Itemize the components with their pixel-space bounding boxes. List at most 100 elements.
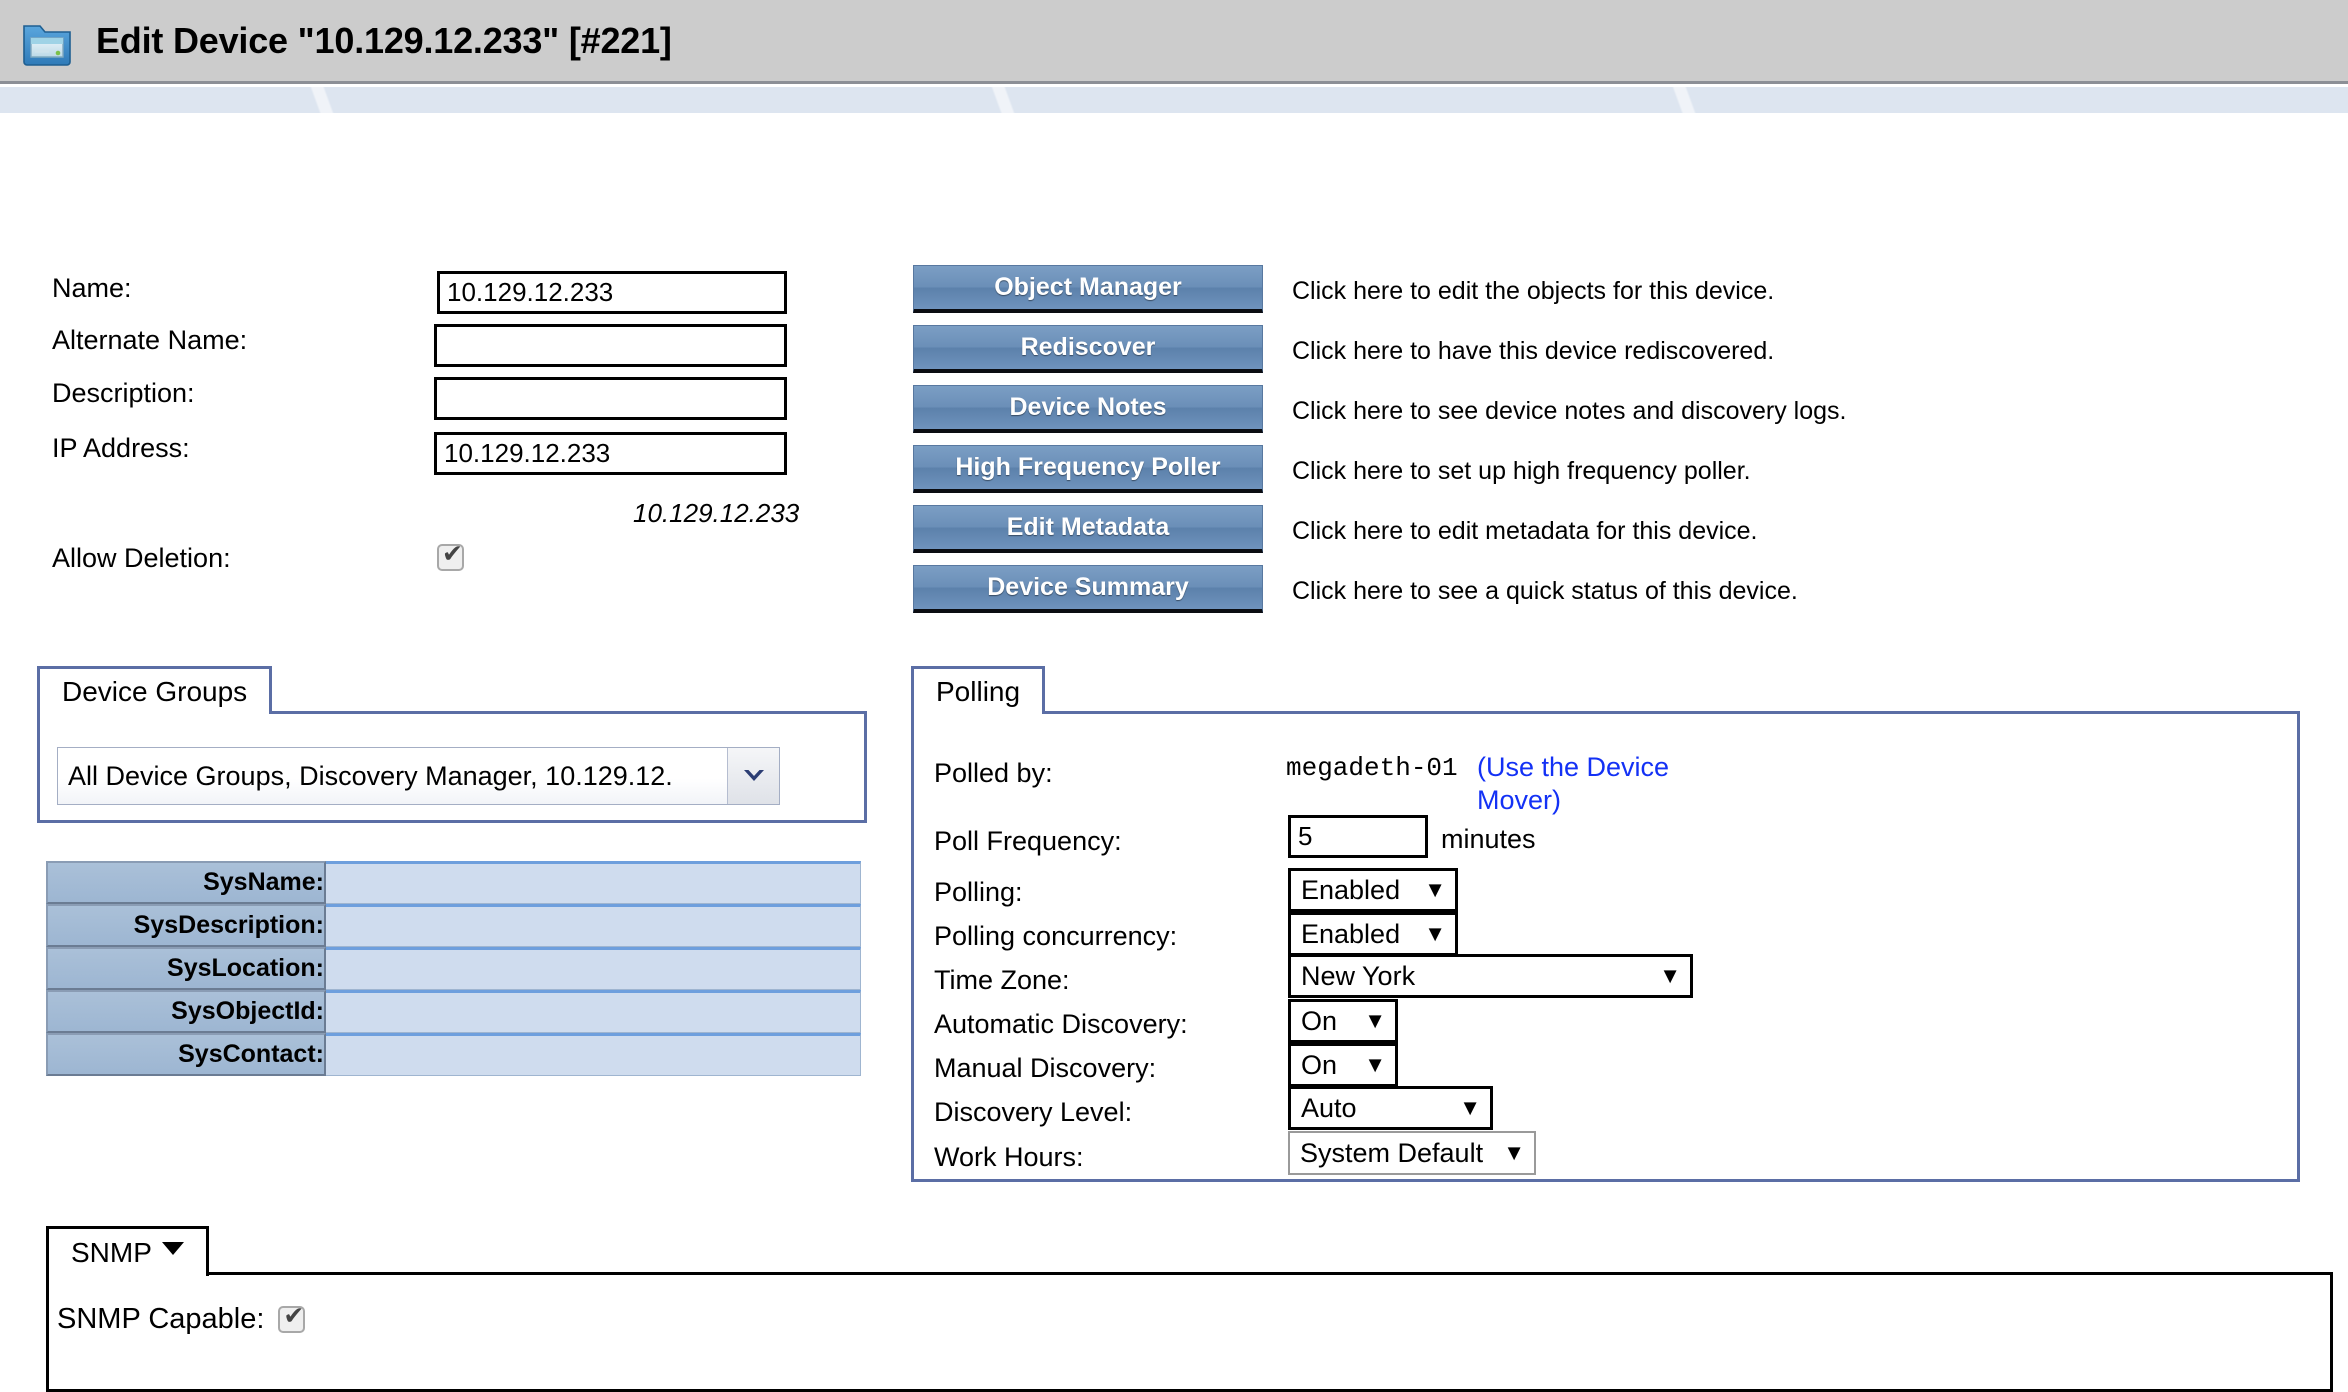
polling-label: Polling:	[934, 877, 1023, 907]
ip-address-input[interactable]: 10.129.12.233	[434, 432, 787, 475]
time-zone-label: Time Zone:	[934, 965, 1070, 995]
polled-by-label: Polled by:	[934, 758, 1053, 788]
chevron-down-icon: ▼	[1424, 877, 1446, 902]
tab-snmp[interactable]: SNMP	[46, 1226, 209, 1276]
page-body: Name: 10.129.12.233 Alternate Name: Desc…	[0, 113, 2348, 1392]
allow-deletion-label: Allow Deletion:	[52, 543, 231, 573]
time-zone-select-value: New York	[1301, 960, 1416, 991]
chevron-down-icon: ▼	[1364, 1052, 1386, 1077]
chevron-down-icon[interactable]	[161, 1242, 184, 1255]
chevron-down-icon: ▼	[1659, 963, 1681, 988]
table-row: SysObjectId:	[46, 990, 861, 1033]
page-title: Edit Device "10.129.12.233" [#221]	[96, 19, 672, 61]
chevron-down-icon: ▼	[1503, 1140, 1525, 1165]
device-summary-help: Click here to see a quick status of this…	[1292, 577, 1798, 605]
discovery-level-select[interactable]: Auto ▼	[1288, 1086, 1493, 1130]
poll-frequency-unit: minutes	[1441, 824, 1536, 854]
syslocation-key: SysLocation:	[46, 947, 326, 990]
rediscover-label: Rediscover	[1020, 333, 1156, 361]
syscontact-value	[326, 1033, 861, 1076]
alternate-name-label: Alternate Name:	[52, 325, 248, 355]
polling-concurrency-select-value: Enabled	[1301, 918, 1401, 949]
polling-select[interactable]: Enabled ▼	[1288, 868, 1458, 912]
high-frequency-poller-label: High Frequency Poller	[955, 453, 1221, 481]
sysname-value	[326, 861, 861, 904]
manual-discovery-label: Manual Discovery:	[934, 1053, 1157, 1083]
tab-snmp-label: SNMP	[71, 1236, 152, 1268]
snmp-capable-checkbox[interactable]	[278, 1303, 306, 1333]
table-row: SysDescription:	[46, 904, 861, 947]
device-notes-button[interactable]: Device Notes	[913, 385, 1263, 433]
allow-deletion-checkbox[interactable]	[437, 541, 464, 571]
ip-address-label: IP Address:	[52, 433, 190, 463]
high-frequency-poller-help: Click here to set up high frequency poll…	[1292, 457, 1751, 485]
table-row: SysContact:	[46, 1033, 861, 1076]
manual-discovery-select-value: On	[1301, 1049, 1338, 1080]
poll-frequency-label: Poll Frequency:	[934, 826, 1122, 856]
tab-device-groups[interactable]: Device Groups	[37, 666, 273, 714]
syscontact-key: SysContact:	[46, 1033, 326, 1076]
form-row-alternate-name: Alternate Name:	[52, 325, 247, 356]
automatic-discovery-select-value: On	[1301, 1005, 1338, 1036]
device-summary-label: Device Summary	[987, 573, 1189, 601]
poll-frequency-input[interactable]: 5	[1288, 815, 1428, 858]
time-zone-select[interactable]: New York ▼	[1288, 954, 1693, 998]
rediscover-help: Click here to have this device rediscove…	[1292, 337, 1775, 365]
polling-concurrency-select[interactable]: Enabled ▼	[1288, 912, 1458, 956]
manual-discovery-select[interactable]: On ▼	[1288, 1043, 1398, 1087]
resolved-ip-text: 10.129.12.233	[633, 498, 800, 528]
chevron-down-icon: ▼	[1459, 1095, 1481, 1120]
tab-device-groups-label: Device Groups	[62, 675, 248, 707]
tab-polling-label: Polling	[936, 675, 1021, 707]
work-hours-label: Work Hours:	[934, 1142, 1084, 1172]
object-manager-button[interactable]: Object Manager	[913, 265, 1263, 313]
device-groups-select[interactable]: All Device Groups, Discovery Manager, 10…	[57, 747, 780, 805]
polled-by-value: megadeth-01	[1286, 753, 1458, 783]
device-folder-icon	[18, 12, 76, 70]
work-hours-select-value: System Default	[1300, 1137, 1484, 1168]
window-title-bar: Edit Device "10.129.12.233" [#221]	[0, 0, 2348, 84]
device-groups-selected-value: All Device Groups, Discovery Manager, 10…	[68, 760, 673, 791]
table-row: SysName:	[46, 861, 861, 904]
automatic-discovery-select[interactable]: On ▼	[1288, 999, 1398, 1043]
description-label: Description:	[52, 378, 195, 408]
chevron-down-icon[interactable]	[727, 748, 779, 804]
name-label: Name:	[52, 273, 132, 303]
alternate-name-input[interactable]	[434, 324, 787, 367]
object-manager-label: Object Manager	[994, 273, 1182, 301]
edit-metadata-button[interactable]: Edit Metadata	[913, 505, 1263, 553]
description-input[interactable]	[434, 377, 787, 420]
decorative-banner-stripe	[0, 87, 2348, 113]
polling-select-value: Enabled	[1301, 874, 1401, 905]
rediscover-button[interactable]: Rediscover	[913, 325, 1263, 373]
polling-concurrency-label: Polling concurrency:	[934, 921, 1178, 951]
device-summary-button[interactable]: Device Summary	[913, 565, 1263, 613]
automatic-discovery-label: Automatic Discovery:	[934, 1009, 1188, 1039]
form-row-ip-address: IP Address:	[52, 433, 190, 464]
sysobjectid-key: SysObjectId:	[46, 990, 326, 1033]
device-notes-label: Device Notes	[1009, 393, 1167, 421]
work-hours-select[interactable]: System Default ▼	[1288, 1131, 1536, 1175]
sysdescription-key: SysDescription:	[46, 904, 326, 947]
discovery-level-label: Discovery Level:	[934, 1097, 1133, 1127]
table-row: SysLocation:	[46, 947, 861, 990]
system-info-table: SysName: SysDescription: SysLocation: Sy…	[46, 861, 861, 1076]
discovery-level-select-value: Auto	[1301, 1092, 1357, 1123]
name-input[interactable]: 10.129.12.233	[437, 271, 787, 314]
form-row-name: Name:	[52, 273, 132, 304]
object-manager-help: Click here to edit the objects for this …	[1292, 277, 1775, 305]
edit-metadata-help: Click here to edit metadata for this dev…	[1292, 517, 1758, 545]
device-mover-link[interactable]: (Use the Device Mover)	[1477, 751, 1727, 817]
tab-polling[interactable]: Polling	[911, 666, 1046, 714]
snmp-capable-label: SNMP Capable:	[57, 1303, 265, 1335]
snmp-panel	[46, 1272, 2333, 1392]
edit-metadata-label: Edit Metadata	[1006, 513, 1170, 541]
sysobjectid-value	[326, 990, 861, 1033]
high-frequency-poller-button[interactable]: High Frequency Poller	[913, 445, 1263, 493]
form-row-allow-deletion: Allow Deletion:	[52, 543, 231, 574]
chevron-down-icon: ▼	[1364, 1008, 1386, 1033]
chevron-down-icon: ▼	[1424, 921, 1446, 946]
form-row-description: Description:	[52, 378, 195, 409]
device-notes-help: Click here to see device notes and disco…	[1292, 397, 1847, 425]
snmp-capable-row: SNMP Capable:	[57, 1303, 306, 1336]
